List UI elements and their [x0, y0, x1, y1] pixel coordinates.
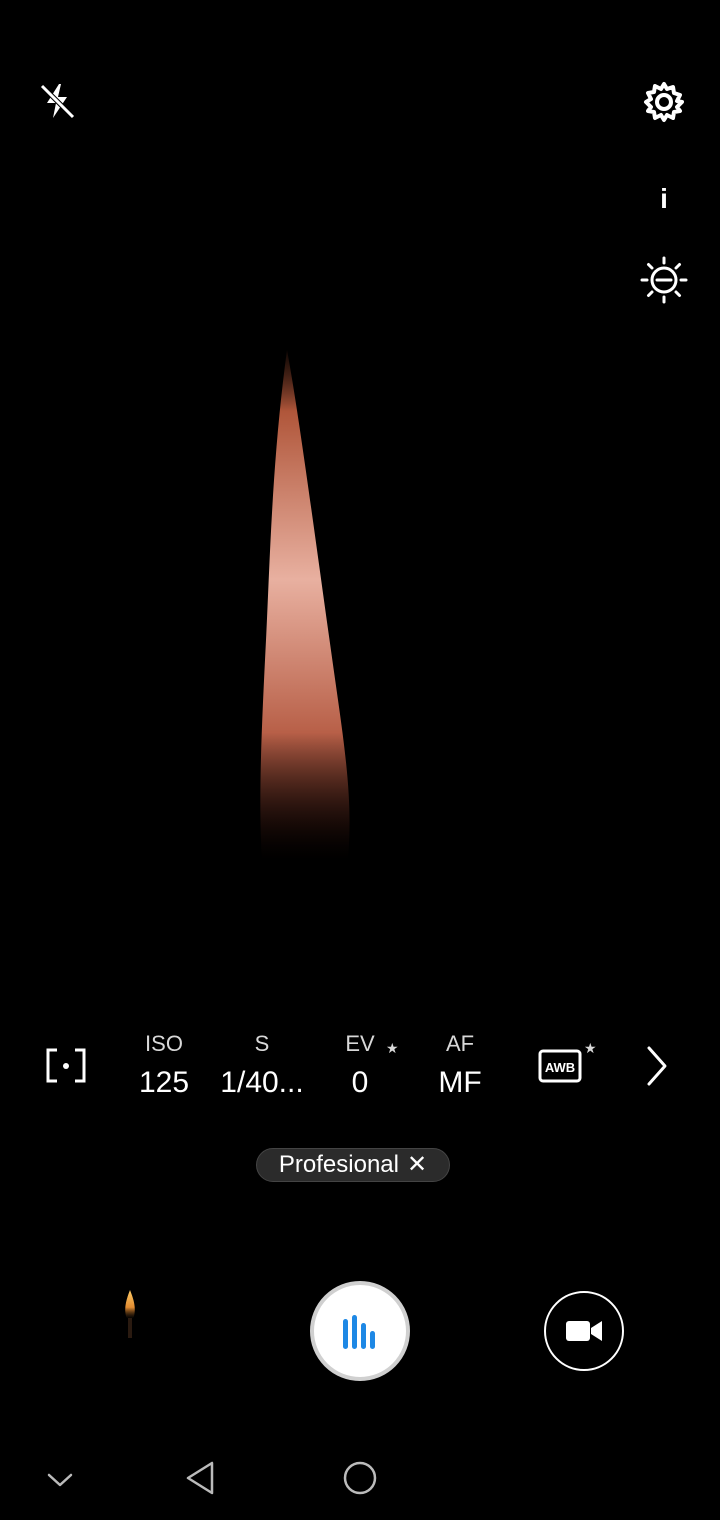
pro-controls-bar: ISO 125 S 1/40... EV 0 ★ AF MF AWB ★	[0, 1030, 720, 1110]
mode-chip-label: Profesional	[278, 1151, 399, 1178]
info-button[interactable]: i	[640, 178, 688, 220]
system-navbar	[0, 1440, 720, 1520]
metering-icon	[46, 1048, 86, 1083]
pro-shutter-icon	[343, 1315, 375, 1349]
back-triangle-icon	[186, 1461, 214, 1495]
info-label: i	[660, 183, 668, 214]
more-controls-button[interactable]	[632, 1042, 680, 1090]
nav-back-button[interactable]	[178, 1456, 222, 1500]
close-icon[interactable]: ✕	[407, 1153, 427, 1177]
camera-screen: i ISO 125 S 1/40... EV 0 ★ AF MF AWB ★ P…	[0, 0, 720, 1520]
awb-star-icon: ★	[584, 1040, 597, 1056]
af-control[interactable]: AF MF	[420, 1030, 500, 1110]
af-label: AF	[445, 1031, 475, 1056]
iso-control[interactable]: ISO 125	[124, 1030, 204, 1110]
settings-button[interactable]	[636, 74, 692, 130]
shutter-speed-value: 1/40...	[220, 1066, 304, 1099]
home-circle-icon	[343, 1461, 377, 1495]
ev-control[interactable]: EV 0 ★	[320, 1030, 400, 1110]
pro-mode-chip[interactable]: Profesional ✕	[256, 1148, 450, 1182]
shutter-button[interactable]	[310, 1281, 410, 1381]
video-mode-button[interactable]	[544, 1291, 624, 1371]
gear-icon	[644, 82, 684, 122]
iso-value: 125	[138, 1066, 190, 1099]
shutter-speed-control[interactable]: S 1/40...	[210, 1030, 314, 1110]
white-balance-button[interactable]: AWB	[536, 1048, 584, 1084]
flash-off-icon	[40, 84, 75, 119]
gallery-thumbnail[interactable]	[108, 1286, 152, 1346]
shutter-speed-label: S	[254, 1031, 270, 1056]
brightness-minus-icon	[640, 256, 688, 304]
af-value: MF	[438, 1066, 482, 1099]
nav-hide-button[interactable]	[40, 1460, 80, 1500]
awb-icon: AWB	[538, 1049, 582, 1083]
flash-off-button[interactable]	[30, 74, 84, 128]
video-camera-icon	[566, 1321, 602, 1341]
metering-button[interactable]	[42, 1046, 90, 1086]
chevron-right-icon	[647, 1046, 667, 1086]
nav-home-button[interactable]	[340, 1458, 380, 1498]
ev-star-icon: ★	[386, 1040, 399, 1056]
iso-label: ISO	[145, 1031, 183, 1056]
ev-value: 0	[351, 1066, 369, 1099]
chevron-down-icon	[47, 1473, 73, 1487]
exposure-button[interactable]	[634, 250, 694, 310]
awb-label: AWB	[545, 1060, 575, 1075]
viewfinder-preview[interactable]	[0, 0, 720, 1000]
